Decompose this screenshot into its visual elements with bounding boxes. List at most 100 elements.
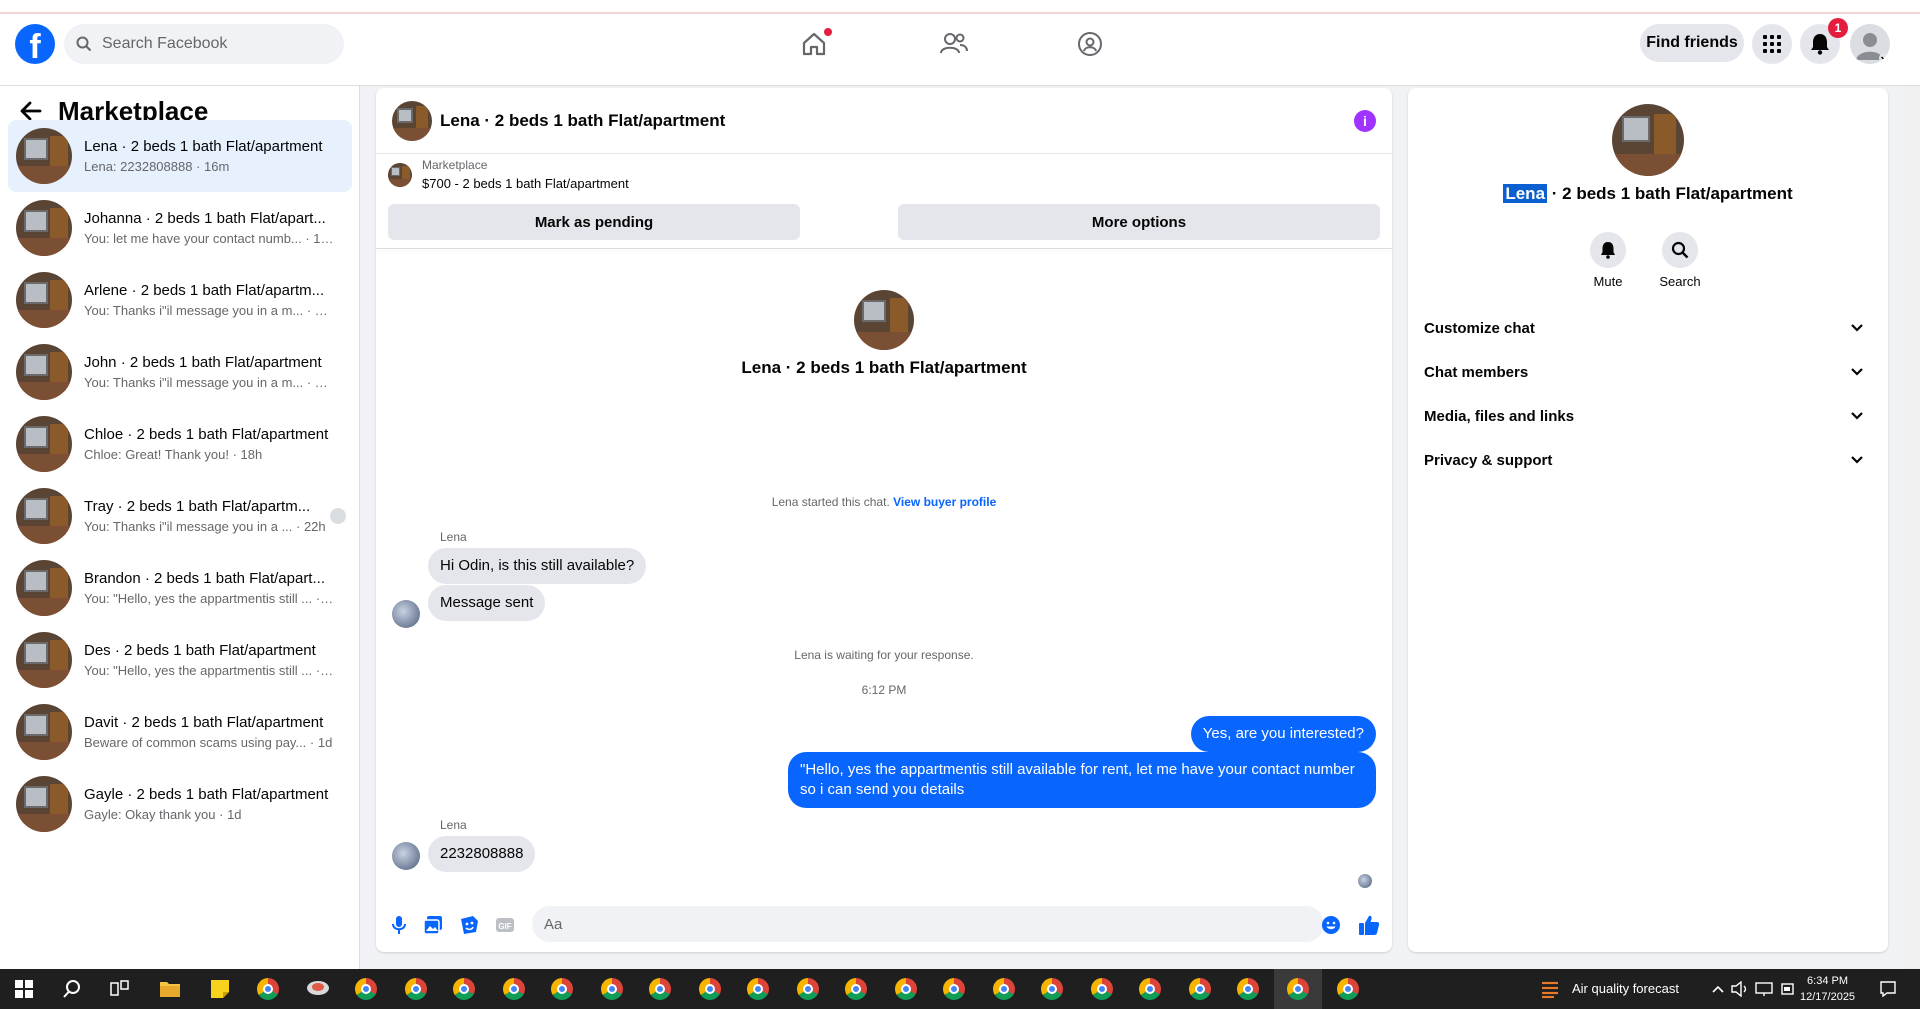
conversation-item[interactable]: Arlene · 2 beds 1 bath Flat/apartm... You… — [8, 264, 352, 336]
mark-as-pending-button[interactable]: Mark as pending — [388, 204, 800, 240]
app-icon[interactable] — [306, 977, 330, 1001]
chrome-profile-icon[interactable] — [600, 977, 624, 1001]
microphone-icon[interactable] — [388, 914, 410, 936]
chrome-profile-icon[interactable] — [502, 977, 526, 1001]
account-avatar[interactable] — [1850, 24, 1890, 64]
listing-thumbnail — [16, 560, 72, 616]
chrome-profile-icon[interactable] — [1138, 977, 1162, 1001]
outgoing-message[interactable]: "Hello, yes the appartmentis still avail… — [788, 752, 1376, 808]
info-icon[interactable]: i — [1354, 110, 1376, 132]
row-label: Media, files and links — [1424, 407, 1575, 425]
windows-start-icon[interactable] — [12, 977, 36, 1001]
chrome-profile-icon[interactable] — [746, 977, 770, 1001]
listing-title: $700 - 2 beds 1 bath Flat/apartment — [422, 176, 629, 191]
facebook-logo[interactable]: f — [15, 24, 55, 66]
back-arrow-icon[interactable] — [20, 101, 42, 121]
gif-icon[interactable]: GIF — [494, 914, 516, 936]
chrome-profile-icon[interactable] — [894, 977, 918, 1001]
find-friends-button[interactable]: Find friends — [1640, 24, 1744, 62]
chrome-profile-icon[interactable] — [1336, 977, 1360, 1001]
search-chat-button[interactable]: Search — [1650, 232, 1710, 289]
like-thumbs-up-icon[interactable] — [1358, 914, 1380, 936]
more-options-button[interactable]: More options — [898, 204, 1380, 240]
chevron-up-icon[interactable] — [1706, 977, 1730, 1001]
notification-badge: 1 — [1828, 18, 1848, 38]
task-view-icon[interactable] — [108, 977, 132, 1001]
taskbar-search-icon[interactable] — [60, 977, 84, 1001]
chat-header-thumbnail[interactable] — [392, 100, 432, 141]
volume-icon[interactable] — [1728, 977, 1752, 1001]
outgoing-message[interactable]: Yes, are you interested? — [1190, 716, 1376, 752]
waiting-notice: Lena is waiting for your response. — [794, 648, 974, 662]
conversation-item[interactable]: Tray · 2 beds 1 bath Flat/apartm... You: … — [8, 480, 352, 552]
media-files-links-row[interactable]: Media, files and links — [1424, 396, 1872, 436]
network-icon[interactable] — [1752, 977, 1776, 1001]
menu-grid-icon[interactable] — [1752, 24, 1792, 64]
seen-indicator-avatar — [1358, 874, 1372, 888]
listing-small-thumbnail — [388, 162, 412, 187]
page-scrollbar[interactable] — [1904, 86, 1920, 969]
conversation-item[interactable]: Chloe · 2 beds 1 bath Flat/apartment Chlo… — [8, 408, 352, 480]
chrome-profile-icon[interactable] — [942, 977, 966, 1001]
chrome-profile-icon[interactable] — [844, 977, 868, 1001]
conversation-item[interactable]: Des · 2 beds 1 bath Flat/apartment You: "… — [8, 624, 352, 696]
groups-icon[interactable] — [1074, 28, 1106, 60]
file-explorer-icon[interactable] — [158, 977, 182, 1001]
sender-avatar[interactable] — [392, 842, 420, 870]
conversation-item[interactable]: Davit · 2 beds 1 bath Flat/apartment Bewa… — [8, 696, 352, 768]
sender-name: Lena — [440, 818, 467, 832]
emoji-icon[interactable] — [1320, 914, 1342, 936]
conversation-item[interactable]: Brandon · 2 beds 1 bath Flat/apart... You… — [8, 552, 352, 624]
incoming-message[interactable]: Message sent — [428, 585, 546, 621]
chrome-profile-icon[interactable] — [796, 977, 820, 1001]
photo-icon[interactable] — [422, 914, 444, 936]
incoming-message[interactable]: 2232808888 — [428, 836, 536, 872]
search-placeholder: Search Facebook — [102, 35, 228, 52]
chrome-icon[interactable] — [256, 977, 280, 1001]
listing-thumbnail — [16, 416, 72, 472]
mute-button[interactable]: Mute — [1578, 232, 1638, 289]
chrome-profile-icon[interactable] — [452, 977, 476, 1001]
incoming-message[interactable]: Hi Odin, is this still available? — [428, 548, 647, 584]
listing-summary[interactable]: Marketplace $700 - 2 beds 1 bath Flat/ap… — [388, 158, 629, 191]
chat-members-row[interactable]: Chat members — [1424, 352, 1872, 392]
home-notification-dot — [824, 28, 832, 36]
chrome-profile-icon[interactable] — [550, 977, 574, 1001]
chrome-profile-icon[interactable] — [1188, 977, 1212, 1001]
chrome-profile-icon[interactable] — [1090, 977, 1114, 1001]
conversation-item[interactable]: John · 2 beds 1 bath Flat/apartment You: … — [8, 336, 352, 408]
chrome-profile-icon[interactable] — [404, 977, 428, 1001]
chrome-profile-icon[interactable] — [354, 977, 378, 1001]
conversation-item[interactable]: Johanna · 2 beds 1 bath Flat/apart... You… — [8, 192, 352, 264]
details-avatar[interactable] — [1612, 104, 1684, 176]
privacy-support-row[interactable]: Privacy & support — [1424, 440, 1872, 480]
friends-icon[interactable] — [938, 28, 970, 60]
chrome-profile-icon-active[interactable] — [1286, 977, 1310, 1001]
chrome-profile-icon[interactable] — [1236, 977, 1260, 1001]
chat-profile-name: Lena · 2 beds 1 bath Flat/apartment — [741, 358, 1027, 377]
system-clock[interactable]: 6:34 PM 12/17/2025 — [1800, 973, 1855, 1005]
conversation-item[interactable]: Gayle · 2 beds 1 bath Flat/apartment Gayl… — [8, 768, 352, 840]
message-input[interactable] — [532, 906, 1324, 942]
mute-label: Mute — [1593, 274, 1623, 289]
search-facebook-input[interactable]: Search Facebook — [64, 24, 344, 64]
view-buyer-profile-link[interactable]: View buyer profile — [893, 495, 996, 509]
weather-text[interactable]: Air quality forecast — [1572, 981, 1679, 996]
notification-center-icon[interactable] — [1876, 977, 1900, 1001]
battery-icon[interactable] — [1776, 977, 1800, 1001]
chat-header: Lena · 2 beds 1 bath Flat/apartment i — [376, 88, 1392, 154]
sticker-icon[interactable] — [458, 914, 480, 936]
chrome-profile-icon[interactable] — [648, 977, 672, 1001]
chat-profile-avatar[interactable] — [854, 290, 914, 350]
chrome-profile-icon[interactable] — [1040, 977, 1064, 1001]
conversation-item[interactable]: Lena · 2 beds 1 bath Flat/apartment Lena:… — [8, 120, 352, 192]
sticky-notes-icon[interactable] — [208, 977, 232, 1001]
chrome-profile-icon[interactable] — [992, 977, 1016, 1001]
sender-avatar[interactable] — [392, 600, 420, 628]
listing-thumbnail — [16, 488, 72, 544]
conversation-title: Tray · 2 beds 1 bath Flat/apartm... — [84, 498, 311, 515]
weather-icon[interactable] — [1538, 977, 1562, 1001]
customize-chat-row[interactable]: Customize chat — [1424, 308, 1872, 348]
chat-title[interactable]: Lena · 2 beds 1 bath Flat/apartment — [440, 111, 725, 131]
chrome-profile-icon[interactable] — [698, 977, 722, 1001]
